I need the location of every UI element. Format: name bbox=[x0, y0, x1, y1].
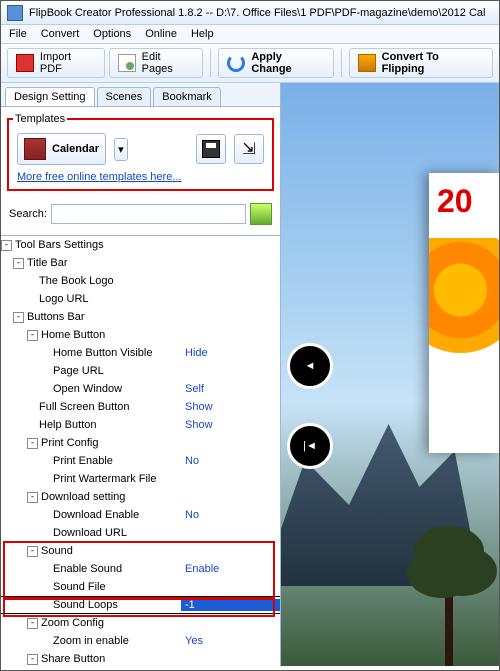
first-page-icon: |◄ bbox=[303, 440, 317, 452]
search-label: Search: bbox=[9, 208, 47, 220]
collapse-icon[interactable]: - bbox=[13, 312, 24, 323]
settings-tree[interactable]: -Tool Bars Settings -Title Bar The Book … bbox=[1, 235, 280, 666]
tree-sound: Sound bbox=[41, 545, 73, 557]
tree-fullscr-value[interactable]: Show bbox=[181, 401, 280, 413]
tree-root: Tool Bars Settings bbox=[15, 239, 104, 251]
menu-bar: File Convert Options Online Help bbox=[1, 25, 499, 44]
tree-homevis[interactable]: Home Button Visible bbox=[53, 347, 152, 359]
search-tree-icon[interactable] bbox=[250, 203, 272, 225]
tree-pageurl[interactable]: Page URL bbox=[53, 365, 104, 377]
template-dropdown-button[interactable]: ▾ bbox=[114, 138, 128, 161]
window-title: FlipBook Creator Professional 1.8.2 -- D… bbox=[29, 7, 485, 19]
templates-legend: Templates bbox=[13, 113, 67, 125]
title-bar: FlipBook Creator Professional 1.8.2 -- D… bbox=[1, 1, 499, 25]
apply-change-button[interactable]: Apply Change bbox=[218, 48, 333, 78]
prev-page-button[interactable]: ◄ bbox=[287, 343, 333, 389]
save-template-button[interactable] bbox=[196, 134, 226, 164]
pdf-icon bbox=[16, 54, 34, 72]
chevron-down-icon: ▾ bbox=[118, 144, 124, 156]
collapse-icon[interactable]: - bbox=[13, 258, 24, 269]
toolbar-separator bbox=[210, 49, 211, 77]
app-icon bbox=[7, 5, 23, 21]
tree-printwm[interactable]: Print Wartermark File bbox=[53, 473, 157, 485]
main-area: Design Setting Scenes Bookmark Templates… bbox=[1, 83, 499, 666]
tree-printen-value[interactable]: No bbox=[181, 455, 280, 467]
tree-sen[interactable]: Enable Sound bbox=[53, 563, 122, 575]
tree-zoomen-value[interactable]: Yes bbox=[181, 635, 280, 647]
floppy-icon bbox=[202, 140, 220, 158]
tree-sloops-value[interactable]: -1 bbox=[181, 599, 280, 611]
panel-tabs: Design Setting Scenes Bookmark bbox=[1, 83, 280, 107]
preview-flower bbox=[429, 238, 499, 368]
tree-sharebtn: Share Button bbox=[41, 653, 105, 665]
search-input[interactable] bbox=[51, 204, 246, 224]
tab-scenes[interactable]: Scenes bbox=[97, 87, 152, 106]
menu-convert[interactable]: Convert bbox=[41, 28, 80, 40]
tree-buttonsbar: Buttons Bar bbox=[27, 311, 84, 323]
collapse-icon[interactable]: - bbox=[27, 654, 38, 665]
import-icon: ⇲ bbox=[242, 139, 255, 159]
arrow-left-icon: ◄ bbox=[305, 360, 316, 372]
tab-design-setting[interactable]: Design Setting bbox=[5, 87, 95, 106]
menu-online[interactable]: Online bbox=[145, 28, 177, 40]
convert-flipping-button[interactable]: Convert To Flipping bbox=[349, 48, 493, 78]
tree-helpbtn-value[interactable]: Show bbox=[181, 419, 280, 431]
tree-sfile[interactable]: Sound File bbox=[53, 581, 106, 593]
tree-dlurl[interactable]: Download URL bbox=[53, 527, 127, 539]
collapse-icon[interactable]: - bbox=[27, 618, 38, 629]
apply-change-label: Apply Change bbox=[251, 51, 324, 75]
templates-group: Templates Calendar ▾ ⇲ More free online … bbox=[7, 113, 274, 191]
edit-pages-icon bbox=[118, 54, 136, 72]
tree-logourl[interactable]: Logo URL bbox=[39, 293, 89, 305]
menu-options[interactable]: Options bbox=[93, 28, 131, 40]
convert-flipping-label: Convert To Flipping bbox=[382, 51, 484, 75]
tree-titlebar: Title Bar bbox=[27, 257, 68, 269]
preview-page[interactable]: 20 bbox=[429, 173, 499, 453]
tree-printen[interactable]: Print Enable bbox=[53, 455, 113, 467]
tree-printcfg: Print Config bbox=[41, 437, 98, 449]
tree-homebtn: Home Button bbox=[41, 329, 105, 341]
tree-dlen[interactable]: Download Enable bbox=[53, 509, 139, 521]
toolbar-separator bbox=[341, 49, 342, 77]
calendar-icon bbox=[24, 138, 46, 160]
tree-openwin[interactable]: Open Window bbox=[53, 383, 122, 395]
template-select-button[interactable]: Calendar bbox=[17, 133, 106, 165]
tree-sen-value[interactable]: Enable bbox=[181, 563, 280, 575]
more-templates-link[interactable]: More free online templates here... bbox=[13, 169, 185, 185]
import-template-button[interactable]: ⇲ bbox=[234, 134, 264, 164]
tree-homevis-value[interactable]: Hide bbox=[181, 347, 280, 359]
import-pdf-button[interactable]: Import PDF bbox=[7, 48, 105, 78]
main-toolbar: Import PDF Edit Pages Apply Change Conve… bbox=[1, 44, 499, 83]
collapse-icon[interactable]: - bbox=[27, 492, 38, 503]
first-page-button[interactable]: |◄ bbox=[287, 423, 333, 469]
menu-help[interactable]: Help bbox=[191, 28, 214, 40]
collapse-icon[interactable]: - bbox=[27, 330, 38, 341]
left-panel: Design Setting Scenes Bookmark Templates… bbox=[1, 83, 281, 666]
tree-fullscr[interactable]: Full Screen Button bbox=[39, 401, 130, 413]
edit-pages-button[interactable]: Edit Pages bbox=[109, 48, 204, 78]
tree-dlen-value[interactable]: No bbox=[181, 509, 280, 521]
tab-bookmark[interactable]: Bookmark bbox=[153, 87, 221, 106]
collapse-icon[interactable]: - bbox=[27, 546, 38, 557]
collapse-icon[interactable]: - bbox=[27, 438, 38, 449]
tree-dlset: Download setting bbox=[41, 491, 125, 503]
tree-zoomen[interactable]: Zoom in enable bbox=[53, 635, 129, 647]
tree-openwin-value[interactable]: Self bbox=[181, 383, 280, 395]
preview-tree bbox=[419, 526, 479, 666]
collapse-icon[interactable]: - bbox=[1, 240, 12, 251]
tree-zoom: Zoom Config bbox=[41, 617, 104, 629]
tree-helpbtn[interactable]: Help Button bbox=[39, 419, 96, 431]
menu-file[interactable]: File bbox=[9, 28, 27, 40]
book-icon bbox=[358, 54, 376, 72]
tree-sloops[interactable]: Sound Loops bbox=[53, 599, 118, 611]
import-pdf-label: Import PDF bbox=[40, 51, 96, 75]
refresh-icon bbox=[227, 54, 245, 72]
preview-year: 20 bbox=[429, 173, 499, 220]
tree-logo[interactable]: The Book Logo bbox=[39, 275, 114, 287]
edit-pages-label: Edit Pages bbox=[142, 51, 195, 75]
preview-panel: 20 ◄ |◄ bbox=[281, 83, 499, 666]
search-row: Search: bbox=[1, 197, 280, 235]
template-name: Calendar bbox=[52, 143, 99, 155]
